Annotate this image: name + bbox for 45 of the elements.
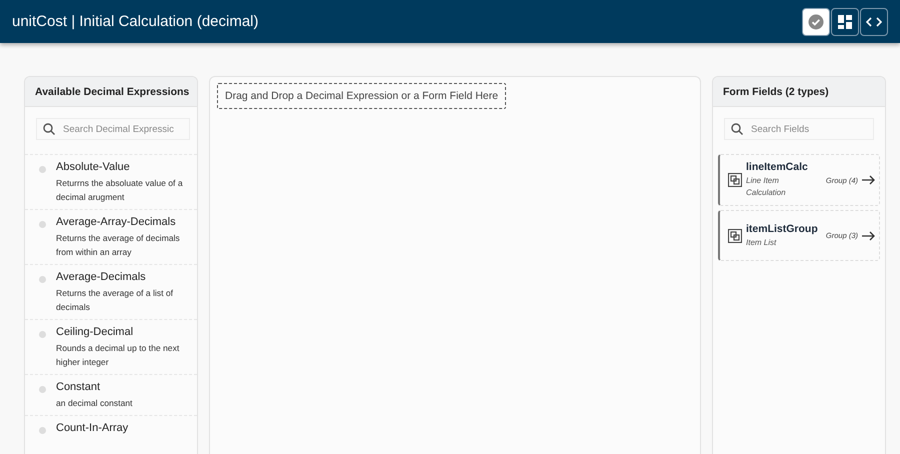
code-button[interactable] [860, 8, 888, 36]
drag-dot-icon [39, 166, 46, 173]
panel-title: Form Fields (2 types) [723, 86, 829, 98]
expression-item[interactable]: Ceiling-Decimal Rounds a decimal up to the next higher integer [25, 319, 197, 374]
grid-icon [838, 14, 852, 28]
page-title: unitCost | Initial Calculation (decimal) [12, 13, 258, 30]
check-circle-icon [808, 14, 824, 30]
drop-zone[interactable]: Drag and Drop a Decimal Expression or a Form Field Here [217, 83, 506, 109]
drag-dot-icon [39, 427, 46, 434]
field-label: Item List [746, 236, 778, 248]
field-name: lineItemCalc [746, 161, 809, 173]
group-icon [728, 173, 742, 187]
field-name: itemListGroup [746, 222, 819, 234]
expression-name: Constant [56, 381, 102, 393]
expression-description: Rounds a decimal up to the next higher integer [56, 342, 180, 369]
check-button[interactable] [802, 8, 830, 36]
drag-dot-icon [39, 276, 46, 283]
drag-dot-icon [39, 221, 46, 228]
group-icon [728, 228, 742, 242]
panel-title: Available Decimal Expressions [35, 86, 190, 98]
expression-description: Returrns the absoluate value of a decimal arugment [56, 177, 184, 204]
search-icon [43, 123, 55, 135]
expression-name: Count-In-Array [56, 422, 128, 434]
expression-item[interactable]: Constant an decimal constant [25, 374, 197, 415]
code-icon [866, 16, 882, 28]
layout-button[interactable] [831, 8, 859, 36]
expression-name: Average-Decimals [56, 271, 147, 283]
expression-name: Ceiling-Decimal [56, 326, 134, 338]
drag-dot-icon [39, 386, 46, 393]
expression-description: Returns the average of a list of decimals [56, 287, 174, 314]
search-field[interactable]: Search Fields [724, 118, 874, 140]
expression-item[interactable]: Average-Decimals Returns the average of a list of decimals [25, 264, 197, 319]
search-icon [731, 123, 743, 135]
expression-description: Returns the average of decimals from within an array [56, 232, 181, 259]
drag-dot-icon [39, 331, 46, 338]
expression-description: an decimal constant [56, 397, 134, 410]
search-field[interactable]: Search Decimal Expressic [36, 118, 190, 140]
expression-name: Absolute-Value [56, 161, 131, 173]
field-label: Line Item Calculation [746, 175, 787, 199]
arrow-right-icon [862, 230, 875, 240]
expression-name: Average-Array-Decimals [56, 216, 177, 228]
expression-item[interactable]: Average-Array-Decimals Returns the average of decimals from within an array [25, 209, 197, 264]
arrow-right-icon [862, 175, 875, 185]
expression-item[interactable]: Absolute-Value Returrns the absoluate value of a decimal arugment [25, 154, 197, 209]
expression-item[interactable]: Count-In-Array [25, 415, 197, 439]
